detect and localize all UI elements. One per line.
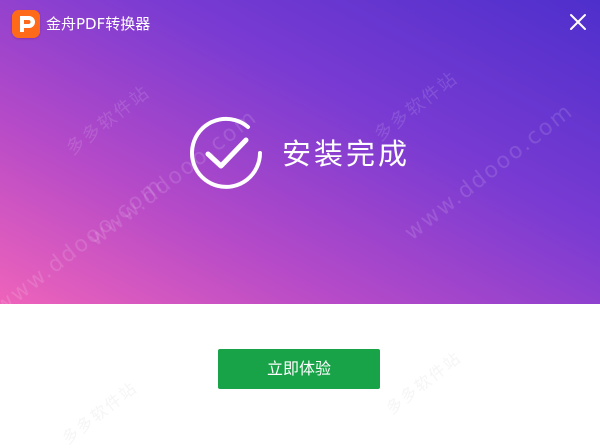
watermark-url: www.ddooo.com [400,98,579,246]
close-button[interactable] [566,10,590,34]
installer-window: www.ddooo.com 多多软件站 多多软件站 www.ddooo.com … [0,0,600,448]
watermark-site-name: 多多软件站 [382,347,466,419]
watermark-site-name: 多多软件站 [58,377,142,448]
install-status-text: 安装完成 [282,137,411,171]
watermark-url: www.ddooo.com [0,172,169,304]
window-title: 金舟PDF转换器 [46,15,151,33]
try-now-button[interactable]: 立即体验 [218,349,380,389]
watermark-site-name: 多多软件站 [62,81,155,160]
close-icon [570,14,586,30]
title-bar: 金舟PDF转换器 [0,0,600,46]
check-circle-icon [186,113,266,193]
hero-banner: www.ddooo.com 多多软件站 多多软件站 www.ddooo.com … [0,0,600,304]
app-logo-icon [12,10,40,38]
